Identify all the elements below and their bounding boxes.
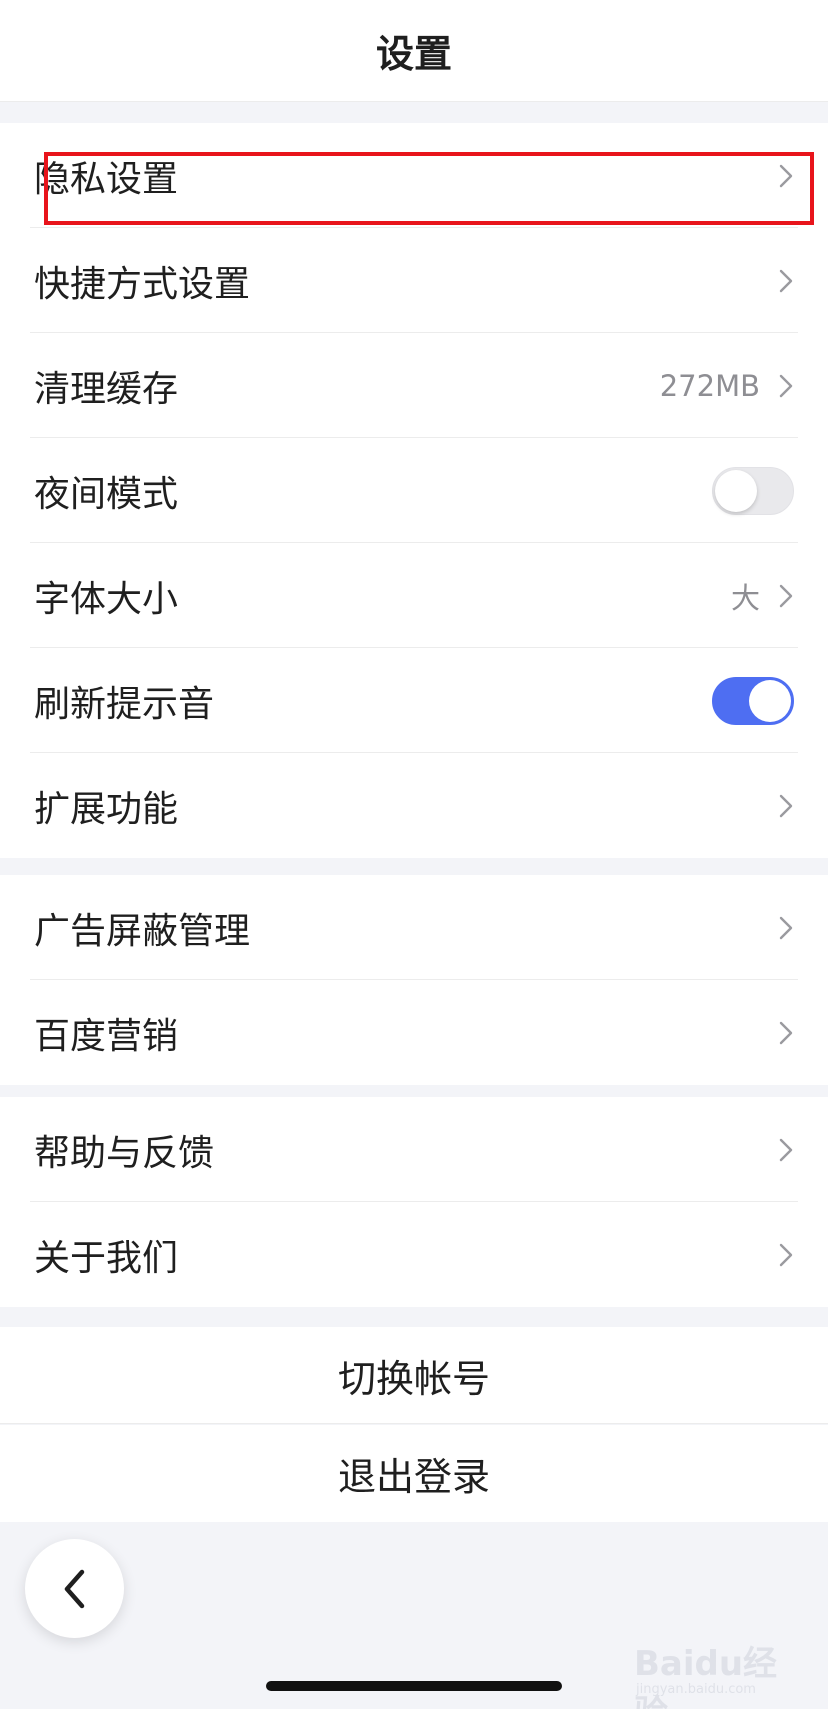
page-title: 设置 (375, 32, 452, 76)
logout-button[interactable]: 退出登录 (0, 1425, 828, 1522)
row-baidu-marketing[interactable]: 百度营销 (0, 980, 828, 1085)
row-extensions[interactable]: 扩展功能 (0, 753, 828, 858)
font-size-value: 大 (730, 580, 760, 615)
row-about-us[interactable]: 关于我们 (0, 1202, 828, 1307)
row-label: 隐私设置 (34, 158, 179, 200)
row-label: 扩展功能 (34, 788, 179, 830)
row-label: 快捷方式设置 (34, 263, 251, 305)
row-help-feedback[interactable]: 帮助与反馈 (0, 1097, 828, 1202)
baidu-jingyan-watermark: Baidu经验 jingyan.baidu.com (630, 1620, 810, 1709)
row-font-size[interactable]: 字体大小 大 (0, 543, 828, 648)
chevron-left-icon (64, 1569, 84, 1608)
home-indicator (266, 1681, 562, 1691)
watermark-url: jingyan.baidu.com (636, 1682, 756, 1697)
settings-group-3: 帮助与反馈 关于我们 (0, 1097, 828, 1307)
row-label: 清理缓存 (34, 368, 179, 410)
toggle-knob (749, 679, 791, 722)
chevron-right-icon (779, 794, 793, 817)
chevron-right-icon (779, 916, 793, 939)
settings-group-2: 广告屏蔽管理 百度营销 (0, 875, 828, 1085)
row-night-mode: 夜间模式 (0, 438, 828, 543)
row-ad-block[interactable]: 广告屏蔽管理 (0, 875, 828, 980)
watermark-brand: Baidu经验 (634, 1644, 778, 1709)
row-refresh-sound: 刷新提示音 (0, 648, 828, 753)
chevron-right-icon (779, 1138, 793, 1161)
chevron-right-icon (779, 1243, 793, 1266)
row-label: 帮助与反馈 (34, 1132, 215, 1174)
row-label: 广告屏蔽管理 (34, 910, 251, 952)
settings-group-1: 隐私设置 快捷方式设置 清理缓存 272MB 夜间模式 字体大小 大 刷新提示音… (0, 123, 828, 858)
row-shortcut-settings[interactable]: 快捷方式设置 (0, 228, 828, 333)
toggle-knob (715, 469, 757, 512)
chevron-right-icon (779, 584, 793, 607)
row-label: 夜间模式 (34, 473, 179, 515)
row-clear-cache[interactable]: 清理缓存 272MB (0, 333, 828, 438)
night-mode-toggle[interactable] (712, 466, 794, 515)
row-label: 字体大小 (34, 578, 179, 620)
switch-account-button[interactable]: 切换帐号 (0, 1327, 828, 1424)
cache-size-value: 272MB (659, 368, 760, 403)
chevron-right-icon (779, 374, 793, 397)
nav-bar: 设置 (0, 0, 828, 102)
row-label: 关于我们 (34, 1237, 179, 1279)
row-label: 百度营销 (34, 1015, 179, 1057)
chevron-right-icon (779, 1021, 793, 1044)
chevron-right-icon (779, 269, 793, 292)
chevron-right-icon (779, 164, 793, 187)
row-privacy-settings[interactable]: 隐私设置 (0, 123, 828, 228)
refresh-sound-toggle[interactable] (712, 676, 794, 725)
row-label: 刷新提示音 (34, 683, 215, 725)
back-button[interactable] (25, 1539, 124, 1638)
